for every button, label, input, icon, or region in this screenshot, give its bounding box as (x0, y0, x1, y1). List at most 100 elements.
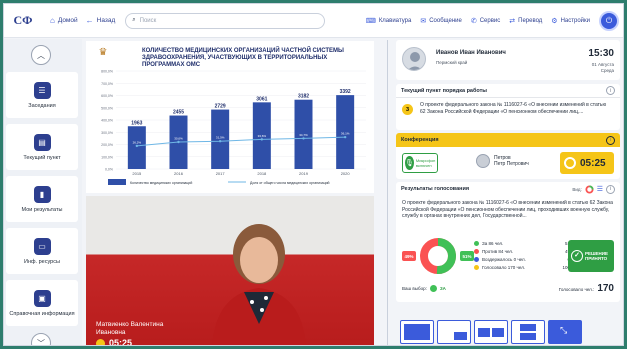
bar-value-label: 2455 (173, 110, 184, 116)
layout-fullscreen-button[interactable]: ⤡ (548, 320, 582, 344)
back-button[interactable]: ← Назад (86, 16, 116, 25)
back-label: Назад (96, 17, 116, 24)
layout-split-button[interactable] (474, 320, 508, 344)
sidebar-item-results[interactable]: ▮ Мои результаты (6, 176, 78, 222)
speech-timer: 05:25 (560, 152, 614, 174)
sidebar-item-current[interactable]: ▤ Текущий пункт (6, 124, 78, 170)
power-button[interactable]: ⏻ (599, 10, 619, 31)
app-window: СФ ⌂ Домой ← Назад ⌕ Поиск ⌨ Клавиатура ✉… (3, 3, 624, 346)
result-dot-icon (474, 248, 479, 254)
keyboard-button[interactable]: ⌨ Клавиатура (366, 17, 412, 25)
y-tick-label: 200,0% (101, 143, 113, 147)
panel-divider (387, 40, 388, 345)
current-speaker: Петров Петр Петрович (476, 154, 529, 168)
result-label: За 86 чел. (482, 240, 504, 246)
view-switcher: Вид: ☰ i (572, 184, 615, 194)
scroll-up-button[interactable]: ︿ (31, 45, 51, 65)
sidebar: ︿ ☰ Заседания ▤ Текущий пункт ▮ Мои резу… (4, 39, 82, 345)
y-tick-label: 800,0% (101, 70, 113, 74)
clock-icon (96, 338, 105, 345)
results-icon: ▮ (33, 185, 51, 203)
x-tick-label: 2017 (216, 171, 226, 176)
search-input[interactable]: ⌕ Поиск (125, 12, 326, 29)
toolbar: ⌨ Клавиатура ✉ Сообщение ✆ Сервис ⇄ Перевод … (366, 10, 623, 31)
chevron-up-icon: ︿ (37, 50, 45, 60)
view-label: Вид: (572, 186, 582, 192)
voting-donut-chart (420, 238, 456, 274)
bar-value-label: 3392 (340, 89, 351, 95)
current-item-card[interactable]: Текущий пункт порядка работы i 3 О проек… (396, 84, 620, 130)
line-value-label: 34,7% (299, 133, 308, 137)
y-tick-label: 500,0% (101, 106, 113, 110)
against-percent: 49% (402, 251, 416, 261)
arrow-left-icon: ← (85, 16, 94, 25)
my-choice: Ваш выбор: ЗА (402, 285, 446, 292)
current-item-icon: ▤ (33, 133, 51, 151)
bar-value-label: 2729 (215, 104, 226, 110)
chart: 0,0% 100,0% 200,0% 300,0% 400,0% 500,0% 600,0%… (101, 70, 366, 185)
line-value-label: 36,1% (341, 132, 350, 136)
home-label: Домой (57, 17, 78, 24)
info-icon[interactable]: i (606, 184, 615, 194)
microphone-icon: 🎙 (405, 156, 414, 170)
settings-label: Настройки (560, 17, 590, 24)
current-item-title: Текущий пункт порядка работы (401, 87, 488, 94)
service-button[interactable]: ✆ Сервис (471, 17, 500, 25)
video-timer: 05:25 (96, 338, 132, 345)
top-bar: СФ ⌂ Домой ← Назад ⌕ Поиск ⌨ Клавиатура ✉… (4, 4, 623, 38)
speaker-video-image (212, 224, 306, 345)
bar-value-label: 1963 (131, 120, 142, 126)
clock-icon (564, 157, 576, 169)
line-value-label: 26,2% (133, 140, 142, 144)
for-percent: 51% (460, 251, 474, 261)
resources-icon: ▭ (33, 237, 51, 255)
layout-single-button[interactable] (400, 320, 434, 344)
right-panel: Иванов Иван Иванович Пермский край 15:30… (396, 40, 620, 345)
y-tick-label: 700,0% (101, 82, 113, 86)
vote-result-row: Против 84 чел.49% (474, 247, 574, 255)
info-icon[interactable]: i (606, 135, 615, 145)
legend-label-bar: Количество медицинских организаций (130, 181, 192, 185)
speaker-firstname: Петр Петрович (494, 161, 529, 167)
legend-swatch-bar (108, 179, 126, 185)
sidebar-item-meetings[interactable]: ☰ Заседания (6, 72, 78, 118)
translate-button[interactable]: ⇄ Перевод (509, 17, 542, 25)
keyboard-label: Клавиатура (378, 17, 412, 24)
info-icon[interactable]: i (606, 86, 615, 95)
current-item-text: О проекте федерального закона № 1116027-… (420, 102, 607, 115)
message-button[interactable]: ✉ Сообщение (420, 17, 462, 25)
avatar (402, 47, 426, 71)
sidebar-item-resources[interactable]: ▭ Инф. ресурсы (6, 228, 78, 274)
logo: СФ (13, 13, 33, 27)
voted-value: 170 (597, 283, 614, 294)
home-button[interactable]: ⌂ Домой (50, 16, 78, 25)
y-tick-label: 400,0% (101, 119, 113, 123)
microphone-button[interactable]: 🎙 Микрофон включен (402, 153, 438, 173)
layout-stack-button[interactable] (511, 320, 545, 344)
line-point (135, 144, 139, 148)
scroll-down-button[interactable]: ﹀ (31, 333, 51, 345)
donut-view-icon[interactable] (585, 184, 594, 194)
speaker-name: Матвиенко Валентина Ивановна (96, 321, 164, 336)
speaker-avatar (476, 154, 490, 168)
sidebar-item-label: Текущий пункт (23, 154, 61, 161)
line-value-label: 33,6% (258, 134, 267, 138)
voted-label: Голосовало чел.: (558, 287, 595, 292)
decision-badge: ✓ РЕШЕНИЕ ПРИНЯТО (568, 240, 614, 272)
settings-button[interactable]: ⚙ Настройки (551, 17, 590, 25)
settings-icon: ⚙ (551, 17, 558, 25)
user-region: Пермский край (436, 60, 468, 65)
decision-label: РЕШЕНИЕ ПРИНЯТО (585, 250, 609, 262)
translate-icon: ⇄ (509, 17, 516, 25)
y-tick-label: 0,0% (105, 168, 113, 172)
voting-footer: Ваш выбор: ЗА Голосовало чел.: 170 (402, 283, 614, 294)
list-view-icon[interactable]: ☰ (597, 185, 603, 193)
current-item-header: Текущий пункт порядка работы i (396, 84, 620, 98)
layout-pip-button[interactable] (437, 320, 471, 344)
service-icon: ✆ (470, 17, 477, 25)
x-tick-label: 2016 (174, 171, 184, 176)
my-choice-label: Ваш выбор: (402, 286, 427, 291)
sidebar-item-reference[interactable]: ▣ Справочная информация (6, 280, 78, 326)
presentation-slide: ♛ КОЛИЧЕСТВО МЕДИЦИНСКИХ ОРГАНИЗАЦИЙ ЧАС… (86, 41, 374, 193)
search-icon: ⌕ (132, 17, 136, 23)
